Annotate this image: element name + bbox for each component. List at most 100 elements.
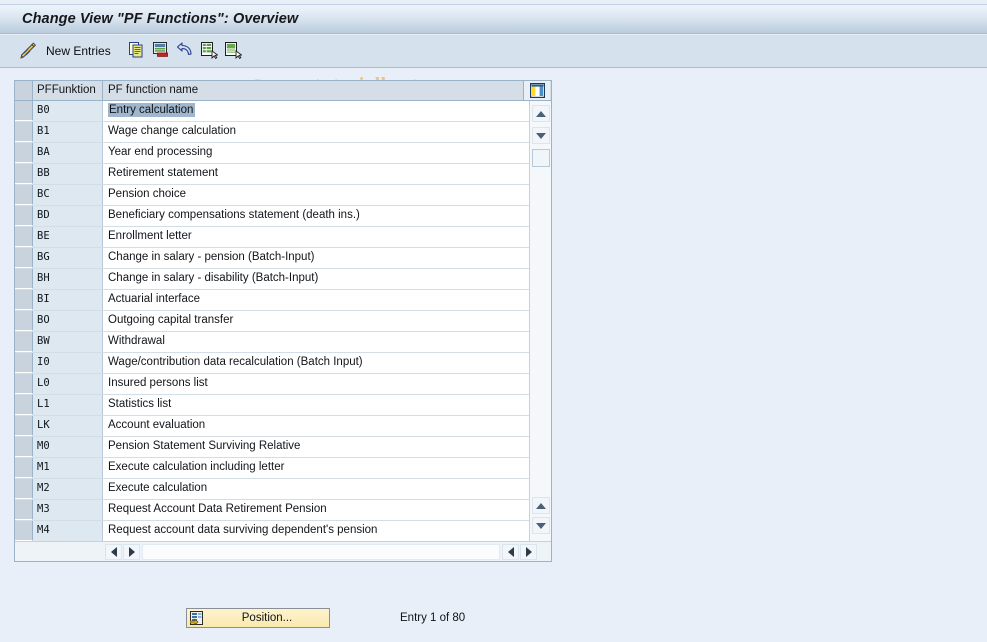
cell-pffunktion[interactable]: L0 (33, 374, 103, 394)
table-row[interactable]: M3 Request Account Data Retirement Pensio… (15, 500, 529, 521)
column-header-pffunktion[interactable]: PFFunktion (33, 81, 103, 100)
cell-pffunktion[interactable]: BH (33, 269, 103, 289)
row-select-handle[interactable] (15, 206, 33, 226)
table-row[interactable]: M4 Request account data surviving depende… (15, 521, 529, 541)
cell-pf-function-name[interactable]: Execute calculation (104, 479, 529, 499)
copy-icon[interactable] (128, 41, 146, 59)
table-row[interactable]: BD Beneficiary compensations statement (d… (15, 206, 529, 227)
row-select-handle[interactable] (15, 332, 33, 352)
cell-pf-function-name[interactable]: Execute calculation including letter (104, 458, 529, 478)
table-row[interactable]: LK Account evaluation (15, 416, 529, 437)
table-row[interactable]: BA Year end processing (15, 143, 529, 164)
row-select-handle[interactable] (15, 185, 33, 205)
table-row[interactable]: BH Change in salary - disability (Batch-I… (15, 269, 529, 290)
row-select-handle[interactable] (15, 101, 33, 121)
cell-pffunktion[interactable]: B0 (33, 101, 103, 121)
table-row[interactable]: BG Change in salary - pension (Batch-Inpu… (15, 248, 529, 269)
column-header-pf-function-name[interactable]: PF function name (104, 81, 529, 100)
table-row[interactable]: BO Outgoing capital transfer (15, 311, 529, 332)
deselect-all-icon[interactable] (224, 41, 242, 59)
table-row[interactable]: L1 Statistics list (15, 395, 529, 416)
table-row[interactable]: M0 Pension Statement Surviving Relative (15, 437, 529, 458)
cell-pffunktion[interactable]: B1 (33, 122, 103, 142)
cell-pffunktion[interactable]: BG (33, 248, 103, 268)
table-horizontal-scrollbar[interactable] (15, 541, 551, 561)
pencil-display-change-icon[interactable] (18, 41, 38, 61)
cell-pf-function-name[interactable]: Statistics list (104, 395, 529, 415)
table-row[interactable]: M1 Execute calculation including letter (15, 458, 529, 479)
cell-pffunktion[interactable]: BC (33, 185, 103, 205)
row-select-handle[interactable] (15, 416, 33, 436)
cell-pffunktion[interactable]: M0 (33, 437, 103, 457)
cell-pf-function-name[interactable]: Withdrawal (104, 332, 529, 352)
cell-pf-function-name[interactable]: Change in salary - disability (Batch-Inp… (104, 269, 529, 289)
row-select-handle[interactable] (15, 521, 33, 541)
row-select-handle[interactable] (15, 479, 33, 499)
cell-pf-function-name[interactable]: Request account data surviving dependent… (104, 521, 529, 541)
scroll-left-icon[interactable] (105, 544, 122, 560)
table-row[interactable]: BW Withdrawal (15, 332, 529, 353)
table-row[interactable]: B1 Wage change calculation (15, 122, 529, 143)
horizontal-scroll-track[interactable] (142, 544, 500, 560)
table-settings-icon[interactable] (523, 81, 550, 100)
undo-icon[interactable] (176, 41, 194, 59)
row-select-handle[interactable] (15, 374, 33, 394)
cell-pffunktion[interactable]: BB (33, 164, 103, 184)
cell-pffunktion[interactable]: M4 (33, 521, 103, 541)
table-row[interactable]: BB Retirement statement (15, 164, 529, 185)
cell-pf-function-name[interactable]: Outgoing capital transfer (104, 311, 529, 331)
cell-pf-function-name[interactable]: Year end processing (104, 143, 529, 163)
cell-pffunktion[interactable]: BI (33, 290, 103, 310)
table-row[interactable]: B0 Entry calculation (15, 101, 529, 122)
cell-pf-function-name[interactable]: Wage/contribution data recalculation (Ba… (104, 353, 529, 373)
table-row[interactable]: L0 Insured persons list (15, 374, 529, 395)
new-entries-button[interactable]: New Entries (46, 44, 111, 58)
cell-pf-function-name[interactable]: Change in salary - pension (Batch-Input) (104, 248, 529, 268)
select-all-column-header[interactable] (15, 81, 33, 100)
table-row[interactable]: BE Enrollment letter (15, 227, 529, 248)
cell-pf-function-name[interactable]: Account evaluation (104, 416, 529, 436)
row-select-handle[interactable] (15, 227, 33, 247)
row-select-handle[interactable] (15, 458, 33, 478)
cell-pffunktion[interactable]: M1 (33, 458, 103, 478)
row-select-handle[interactable] (15, 395, 33, 415)
cell-pffunktion[interactable]: LK (33, 416, 103, 436)
scroll-left-end-icon[interactable] (502, 544, 519, 560)
scroll-up-icon[interactable] (532, 105, 550, 122)
row-select-handle[interactable] (15, 143, 33, 163)
row-select-handle[interactable] (15, 311, 33, 331)
table-vertical-scrollbar[interactable] (529, 101, 551, 541)
cell-pffunktion[interactable]: BO (33, 311, 103, 331)
cell-pffunktion[interactable]: BD (33, 206, 103, 226)
cell-pf-function-name[interactable]: Beneficiary compensations statement (dea… (104, 206, 529, 226)
table-row[interactable]: BC Pension choice (15, 185, 529, 206)
position-button[interactable]: Position... (186, 608, 330, 628)
cell-pffunktion[interactable]: BE (33, 227, 103, 247)
cell-pf-function-name[interactable]: Enrollment letter (104, 227, 529, 247)
row-select-handle[interactable] (15, 248, 33, 268)
select-all-icon[interactable] (200, 41, 218, 59)
cell-pf-function-name[interactable]: Request Account Data Retirement Pension (104, 500, 529, 520)
row-select-handle[interactable] (15, 353, 33, 373)
cell-pffunktion[interactable]: BW (33, 332, 103, 352)
cell-pf-function-name[interactable]: Pension choice (104, 185, 529, 205)
row-select-handle[interactable] (15, 164, 33, 184)
scroll-thumb[interactable] (532, 149, 550, 167)
cell-pf-function-name[interactable]: Insured persons list (104, 374, 529, 394)
scroll-right-end-icon[interactable] (520, 544, 537, 560)
cell-pf-function-name[interactable]: Actuarial interface (104, 290, 529, 310)
row-select-handle[interactable] (15, 437, 33, 457)
scroll-page-up-icon[interactable] (532, 497, 550, 514)
cell-pffunktion[interactable]: I0 (33, 353, 103, 373)
scroll-down-icon[interactable] (532, 127, 550, 144)
scroll-right-icon[interactable] (123, 544, 140, 560)
table-row[interactable]: I0 Wage/contribution data recalculation (… (15, 353, 529, 374)
row-select-handle[interactable] (15, 122, 33, 142)
row-select-handle[interactable] (15, 269, 33, 289)
cell-pf-function-name[interactable]: Pension Statement Surviving Relative (104, 437, 529, 457)
cell-pf-function-name[interactable]: Wage change calculation (104, 122, 529, 142)
delete-icon[interactable] (152, 41, 170, 59)
scroll-page-down-icon[interactable] (532, 517, 550, 534)
cell-pf-function-name[interactable]: Entry calculation (104, 101, 529, 121)
cell-pffunktion[interactable]: L1 (33, 395, 103, 415)
